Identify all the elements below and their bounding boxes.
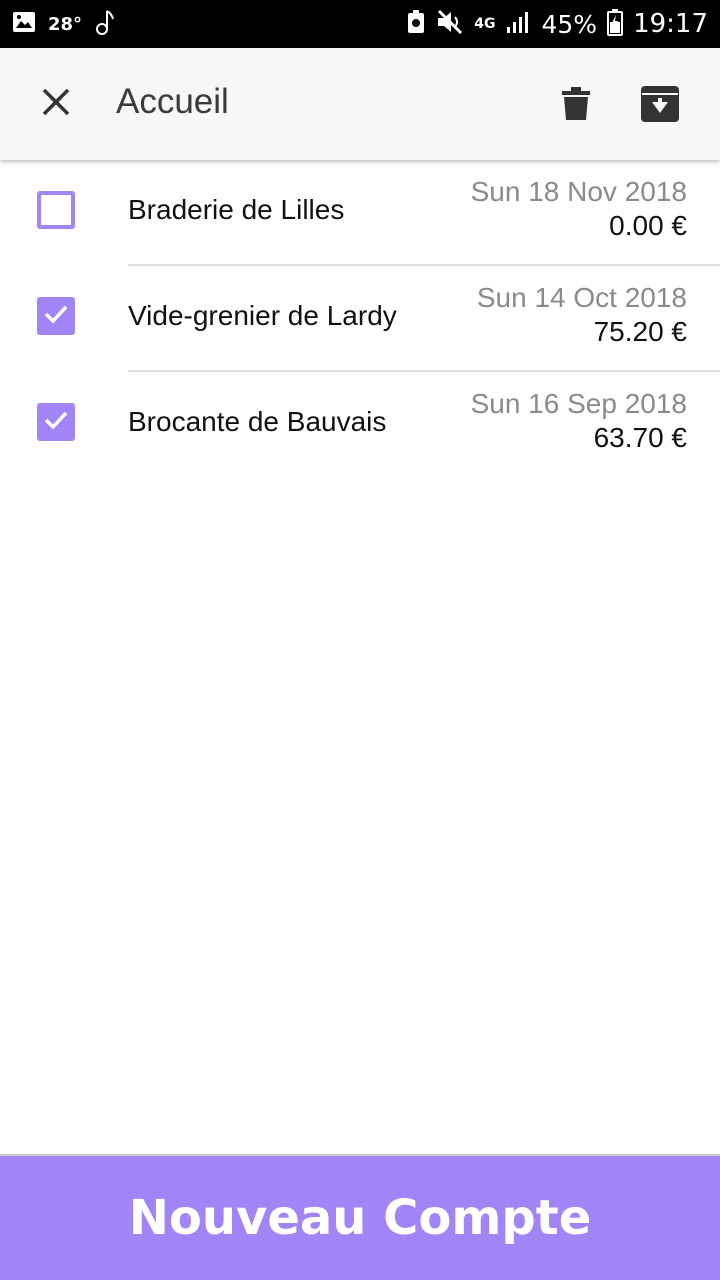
trash-icon [561, 86, 591, 126]
music-note-icon [94, 8, 115, 41]
list-item[interactable]: Brocante de Bauvais Sun 16 Sep 2018 63.7… [0, 372, 720, 478]
item-checkbox[interactable] [37, 403, 75, 441]
close-button[interactable] [28, 76, 84, 132]
check-icon [43, 303, 69, 330]
item-amount: 63.70 € [593, 422, 687, 453]
list-item[interactable]: Vide-grenier de Lardy Sun 14 Oct 2018 75… [0, 266, 720, 372]
archive-button[interactable] [632, 78, 688, 134]
delete-button[interactable] [548, 78, 604, 134]
app-bar: Accueil [0, 48, 720, 160]
list-item[interactable]: Braderie de Lilles Sun 18 Nov 2018 0.00 … [0, 160, 720, 266]
mute-icon [436, 9, 464, 40]
item-date: Sun 18 Nov 2018 [470, 176, 687, 207]
battery-percent-text: 45% [541, 9, 598, 39]
battery-icon [607, 8, 624, 41]
clock-text: 19:17 [633, 9, 708, 39]
item-amount: 75.20 € [593, 316, 687, 347]
item-amount: 0.00 € [609, 210, 687, 241]
battery-saver-icon [406, 9, 426, 40]
item-date: Sun 14 Oct 2018 [476, 282, 687, 313]
image-icon [12, 11, 36, 38]
item-date: Sun 16 Sep 2018 [470, 388, 687, 419]
archive-icon [640, 85, 680, 128]
event-list: Braderie de Lilles Sun 18 Nov 2018 0.00 … [0, 160, 720, 478]
network-type-text: 4G [474, 16, 496, 32]
temperature-text: 28° [48, 13, 83, 35]
page-title: Accueil [116, 82, 229, 121]
item-name: Brocante de Bauvais [128, 406, 387, 437]
check-icon [43, 409, 69, 436]
close-icon [42, 88, 70, 121]
item-checkbox[interactable] [37, 297, 75, 335]
status-bar: 28° 4G 45% 19:17 [0, 0, 720, 48]
status-bar-left: 28° [12, 0, 126, 48]
status-bar-right: 4G 45% 19:17 [396, 0, 708, 48]
item-name: Vide-grenier de Lardy [128, 300, 397, 331]
item-name: Braderie de Lilles [128, 194, 345, 225]
item-checkbox[interactable] [37, 191, 75, 229]
signal-icon [505, 9, 531, 40]
new-account-button[interactable]: Nouveau Compte [0, 1154, 720, 1280]
